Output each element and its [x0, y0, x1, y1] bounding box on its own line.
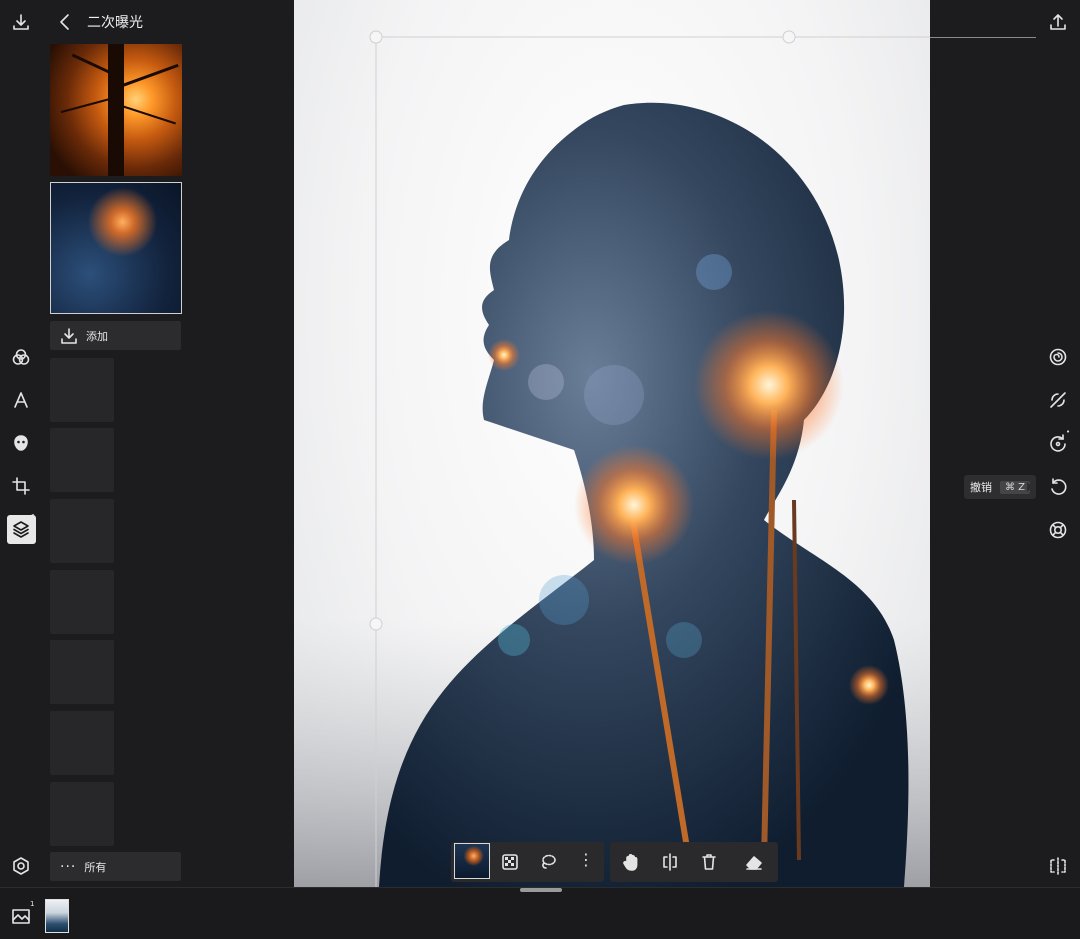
opacity-checker-icon[interactable]: [499, 851, 521, 873]
undo-icon[interactable]: [1047, 475, 1069, 497]
empty-slot[interactable]: [50, 358, 114, 422]
download-tray-icon: [58, 325, 80, 347]
share-upload-icon[interactable]: [1047, 11, 1069, 33]
empty-slot[interactable]: [50, 640, 114, 704]
more-dots-icon: ···: [60, 858, 77, 875]
all-label: 所有: [84, 860, 107, 874]
empty-slot[interactable]: [50, 711, 114, 775]
hand-icon[interactable]: [620, 851, 642, 873]
empty-slot[interactable]: [50, 428, 114, 492]
mask-icon[interactable]: [10, 432, 32, 454]
tooltip-shortcut: ⌘ Z: [1000, 480, 1031, 494]
download-icon[interactable]: [10, 11, 32, 33]
empty-slot[interactable]: [50, 782, 114, 846]
filmstrip-thumbnail[interactable]: [45, 899, 69, 933]
layers-count-badge: 1: [31, 513, 36, 521]
layer-thumbnail[interactable]: [454, 843, 490, 879]
lasso-icon[interactable]: [537, 851, 559, 873]
empty-slot[interactable]: [50, 499, 114, 563]
flip-icon[interactable]: [659, 851, 681, 873]
compare-icon[interactable]: [1047, 855, 1069, 877]
selection-frame-edge: [930, 37, 1036, 38]
more-vertical-icon[interactable]: ⋮: [578, 850, 594, 869]
double-exposure-photo: [294, 30, 930, 887]
show-all-button[interactable]: ··· 所有: [50, 852, 181, 881]
filmstrip-bar: [0, 887, 1080, 939]
layers-icon: [10, 518, 32, 540]
redo-dot: •: [1066, 428, 1071, 436]
back-chevron-icon[interactable]: [54, 11, 76, 33]
spiral-icon[interactable]: [1047, 346, 1069, 368]
crop-icon[interactable]: [10, 475, 32, 497]
tooltip-label: 撤销: [970, 481, 992, 494]
blend-circles-icon[interactable]: [10, 346, 32, 368]
heal-icon[interactable]: [1047, 389, 1069, 411]
text-icon[interactable]: [10, 389, 32, 411]
empty-slot[interactable]: [50, 570, 114, 634]
settings-icon[interactable]: [10, 855, 32, 877]
image-thumbnail-tree[interactable]: [50, 44, 182, 176]
image-thumbnail-sparklers[interactable]: [50, 182, 182, 314]
image-canvas[interactable]: [294, 0, 930, 887]
gallery-count-badge: 1: [30, 900, 35, 908]
tooltip-arrow: [1027, 482, 1033, 492]
eraser-icon[interactable]: [743, 851, 765, 873]
undo-tooltip: 撤销 ⌘ Z: [964, 475, 1037, 499]
gallery-icon[interactable]: [10, 905, 32, 927]
lifebuoy-icon[interactable]: [1047, 519, 1069, 541]
trash-icon[interactable]: [698, 851, 720, 873]
add-label: 添加: [86, 329, 108, 343]
add-image-button[interactable]: 添加: [50, 321, 181, 350]
page-title: 二次曝光: [87, 15, 143, 31]
drag-handle[interactable]: [520, 888, 562, 892]
